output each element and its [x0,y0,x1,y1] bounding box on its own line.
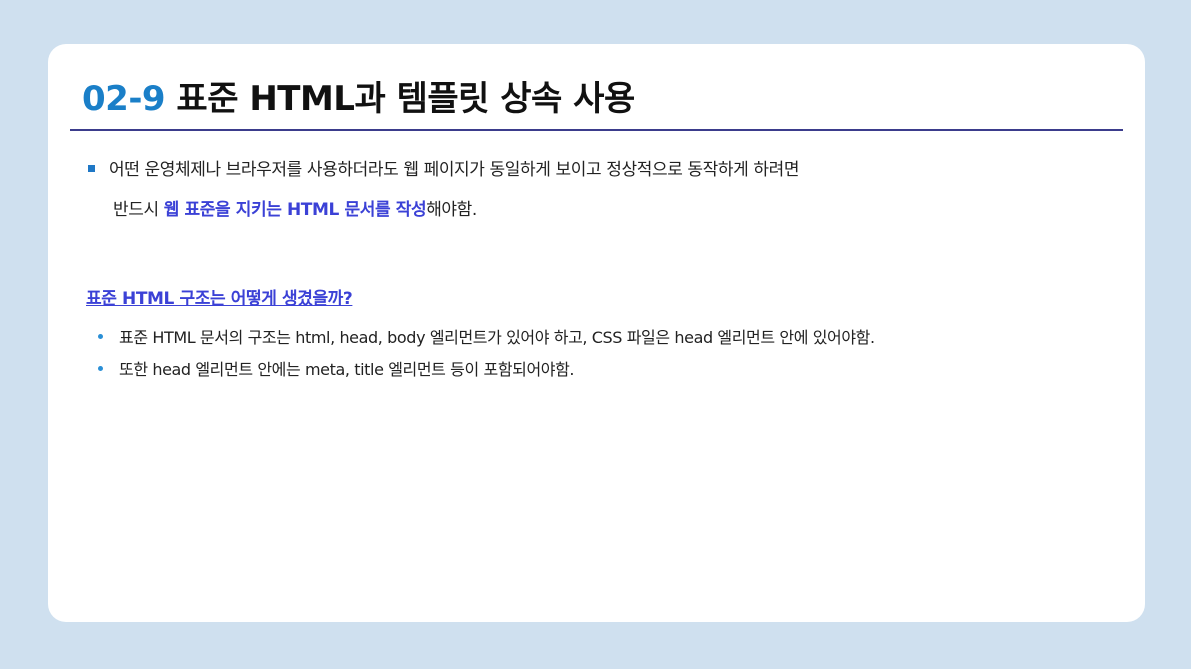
list-item: 또한 head 엘리먼트 안에는 meta, title 엘리먼트 등이 포함되… [98,356,875,388]
title-divider [70,129,1123,131]
intro-line-1: 어떤 운영체제나 브라우저를 사용하더라도 웹 페이지가 동일하게 보이고 정상… [88,156,1118,196]
dot-bullet-icon [98,334,103,339]
intro-text-1: 어떤 운영체제나 브라우저를 사용하더라도 웹 페이지가 동일하게 보이고 정상… [109,160,800,180]
point-text: 또한 head 엘리먼트 안에는 meta, title 엘리먼트 등이 포함되… [119,360,575,379]
intro-line-2: 반드시 웹 표준을 지키는 HTML 문서를 작성해야함. [88,196,1118,236]
slide-title: 02-9 표준 HTML과 템플릿 상속 사용 [82,74,635,124]
section-number: 02-9 [82,79,166,119]
intro-suffix: 해야함. [426,200,477,220]
subheading: 표준 HTML 구조는 어떻게 생겼을까? [86,289,353,309]
point-text: 표준 HTML 문서의 구조는 html, head, body 엘리먼트가 있… [119,328,875,347]
dot-bullet-icon [98,366,103,371]
square-bullet-icon [88,164,95,172]
slide-card: 02-9 표준 HTML과 템플릿 상속 사용 어떤 운영체제나 브라우저를 사… [48,44,1145,622]
points-list: 표준 HTML 문서의 구조는 html, head, body 엘리먼트가 있… [98,324,875,388]
list-item: 표준 HTML 문서의 구조는 html, head, body 엘리먼트가 있… [98,324,875,356]
intro-prefix: 반드시 [113,200,164,220]
intro-paragraph: 어떤 운영체제나 브라우저를 사용하더라도 웹 페이지가 동일하게 보이고 정상… [88,156,1118,236]
section-title: 표준 HTML과 템플릿 상속 사용 [165,79,635,119]
intro-highlight: 웹 표준을 지키는 HTML 문서를 작성 [163,200,427,220]
